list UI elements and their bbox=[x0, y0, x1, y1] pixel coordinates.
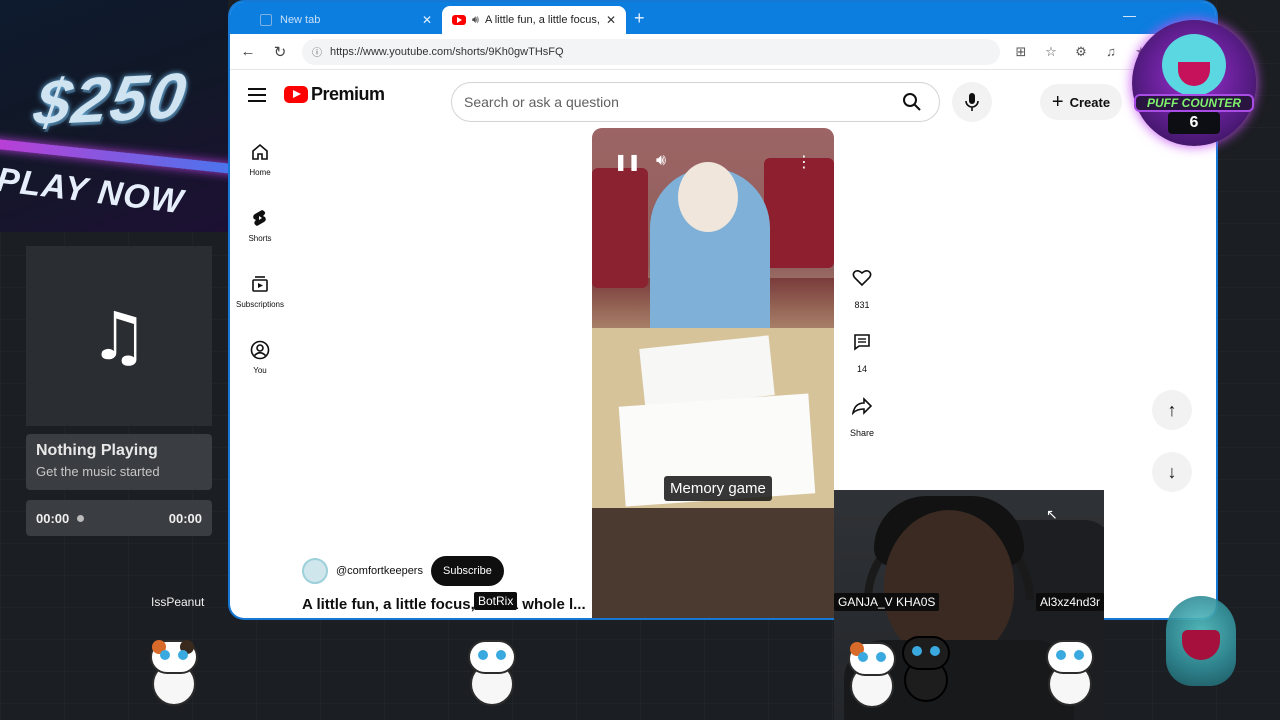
tab-new-tab[interactable]: New tab ✕ bbox=[250, 6, 442, 34]
url-text: https://www.youtube.com/shorts/9Kh0gwTHs… bbox=[330, 45, 564, 58]
tab-label: New tab bbox=[280, 14, 321, 26]
music-note-icon: ♫ bbox=[89, 297, 149, 375]
youtube-favicon-icon bbox=[452, 15, 466, 25]
more-options-icon[interactable]: ⋮ bbox=[796, 152, 812, 172]
speaker-icon[interactable]: 🔊︎ bbox=[472, 14, 479, 27]
cat-avatar-icon bbox=[462, 636, 524, 708]
video-caption: Memory game bbox=[664, 476, 772, 501]
extensions-icon[interactable]: ⚙ bbox=[1072, 44, 1090, 60]
favorite-star-icon[interactable]: ☆ bbox=[1042, 44, 1060, 60]
new-tab-plus-icon[interactable]: + bbox=[634, 8, 645, 29]
previous-arrow-up-icon[interactable]: ↑ bbox=[1152, 390, 1192, 430]
close-tab-icon[interactable]: ✕ bbox=[422, 13, 432, 27]
comment-icon[interactable] bbox=[844, 324, 880, 360]
promo-amount: $250 bbox=[29, 59, 193, 139]
cat-avatar-icon bbox=[144, 636, 206, 708]
like-action[interactable]: 831 bbox=[842, 260, 882, 310]
home-icon bbox=[252, 143, 268, 160]
voice-search-mic-icon[interactable] bbox=[952, 82, 992, 122]
music-time-current: 00:00 bbox=[36, 510, 70, 526]
music-time-total: 00:00 bbox=[168, 510, 202, 526]
music-progress-dot bbox=[77, 514, 85, 522]
viewer-name-tag: IssPeanut bbox=[151, 595, 205, 609]
create-button[interactable]: + Create bbox=[1040, 84, 1122, 120]
shorts-actions: 831 14 Share bbox=[842, 260, 882, 452]
volume-icon[interactable]: 🔊︎ bbox=[656, 152, 666, 170]
search-icon[interactable] bbox=[897, 87, 927, 117]
music-subtitle: Get the music started bbox=[36, 464, 160, 479]
channel-avatar[interactable] bbox=[302, 558, 328, 584]
you-icon bbox=[250, 340, 270, 359]
sidebar-item-shorts[interactable]: Shorts bbox=[230, 192, 290, 258]
subscribe-button[interactable]: Subscribe bbox=[430, 556, 504, 586]
pause-icon[interactable]: ❚❚ bbox=[614, 152, 641, 172]
sidebar-item-label: Subscriptions bbox=[235, 299, 285, 309]
share-label: Share bbox=[849, 428, 875, 438]
sidebar-item-label: Home bbox=[249, 167, 271, 177]
plus-icon: + bbox=[1051, 90, 1064, 113]
youtube-logo[interactable]: Premium bbox=[284, 84, 385, 105]
like-count: 831 bbox=[854, 300, 870, 310]
music-album-art: ♫ bbox=[26, 246, 212, 426]
puff-counter-label: PUFF COUNTER bbox=[1134, 94, 1254, 112]
search-box[interactable]: Search or ask a question bbox=[451, 82, 940, 122]
shorts-video-player[interactable]: ❚❚ 🔊︎ ⋮ Memory game bbox=[592, 128, 834, 618]
heart-icon[interactable] bbox=[844, 260, 880, 296]
page-icon bbox=[260, 14, 272, 26]
sidebar-item-home[interactable]: Home bbox=[230, 126, 290, 192]
sidebar-item-subscriptions[interactable]: Subscriptions bbox=[230, 258, 290, 324]
minimize-icon[interactable]: — bbox=[1123, 8, 1136, 23]
menu-hamburger-icon[interactable] bbox=[248, 88, 266, 106]
sidebar-item-label: You bbox=[253, 365, 267, 375]
shorts-icon bbox=[253, 209, 266, 226]
music-title: Nothing Playing bbox=[36, 442, 158, 459]
tab-youtube[interactable]: 🔊︎ A little fun, a little focus, and a ✕ bbox=[442, 6, 626, 34]
logo-text: Premium bbox=[311, 84, 385, 104]
apps-icon[interactable]: ⊞ bbox=[1012, 44, 1030, 60]
address-bar[interactable]: ⓘ https://www.youtube.com/shorts/9Kh0gwT… bbox=[302, 38, 1000, 65]
subscriptions-icon bbox=[252, 275, 268, 292]
reload-icon[interactable]: ↻ bbox=[270, 43, 290, 61]
shorts-navigation: ↑ ↓ bbox=[1152, 390, 1192, 514]
comment-count: 14 bbox=[856, 364, 867, 374]
masthead: Premium Search or ask a question + Creat… bbox=[230, 70, 1216, 124]
viewer-name-tag: Al3xz4nd3r bbox=[1036, 593, 1105, 611]
address-bar-row: ← ↻ ⓘ https://www.youtube.com/shorts/9Kh… bbox=[230, 34, 1216, 70]
music-info: Nothing Playing Get the music started bbox=[26, 434, 212, 490]
sidebar: Home Shorts Subscriptions You bbox=[230, 126, 290, 390]
viewer-name-tag: BotRix bbox=[474, 592, 518, 610]
share-icon[interactable] bbox=[844, 388, 880, 424]
channel-row: @comfortkeepers Subscribe bbox=[302, 556, 504, 586]
viewer-name-tag: GANJA_V KHA0S bbox=[834, 593, 940, 611]
youtube-play-icon bbox=[284, 86, 308, 103]
search-input[interactable]: Search or ask a question bbox=[464, 94, 897, 110]
tab-label: A little fun, a little focus, and a bbox=[484, 14, 600, 26]
channel-handle[interactable]: @comfortkeepers bbox=[336, 565, 423, 577]
sidebar-item-you[interactable]: You bbox=[230, 324, 290, 390]
cat-avatar-icon bbox=[842, 638, 904, 710]
video-title[interactable]: A little fun, a little focus, and a whol… bbox=[302, 596, 586, 613]
promo-banner: $250 PLAY NOW bbox=[0, 0, 228, 232]
puff-counter-badge: PUFF COUNTER 6 bbox=[1132, 20, 1256, 146]
close-tab-icon[interactable]: ✕ bbox=[606, 13, 616, 27]
promo-cta: PLAY NOW bbox=[0, 160, 186, 222]
create-label: Create bbox=[1069, 94, 1111, 110]
music-timebar: 00:00 00:00 bbox=[26, 500, 212, 536]
black-cat-avatar-icon bbox=[896, 632, 958, 704]
comment-action[interactable]: 14 bbox=[842, 324, 882, 374]
cat-avatar-icon bbox=[1040, 636, 1102, 708]
monster-mascot-icon bbox=[1166, 596, 1236, 686]
mouse-cursor-icon: ↖ bbox=[1046, 506, 1058, 522]
back-arrow-icon[interactable]: ← bbox=[238, 43, 258, 60]
site-info-icon[interactable]: ⓘ bbox=[312, 44, 322, 59]
sidebar-item-label: Shorts bbox=[248, 233, 272, 243]
media-icon[interactable]: ♫ bbox=[1102, 44, 1120, 59]
tab-bar: New tab ✕ 🔊︎ A little fun, a little focu… bbox=[230, 2, 1216, 34]
puff-counter-count: 6 bbox=[1168, 112, 1220, 134]
next-arrow-down-icon[interactable]: ↓ bbox=[1152, 452, 1192, 492]
share-action[interactable]: Share bbox=[842, 388, 882, 438]
